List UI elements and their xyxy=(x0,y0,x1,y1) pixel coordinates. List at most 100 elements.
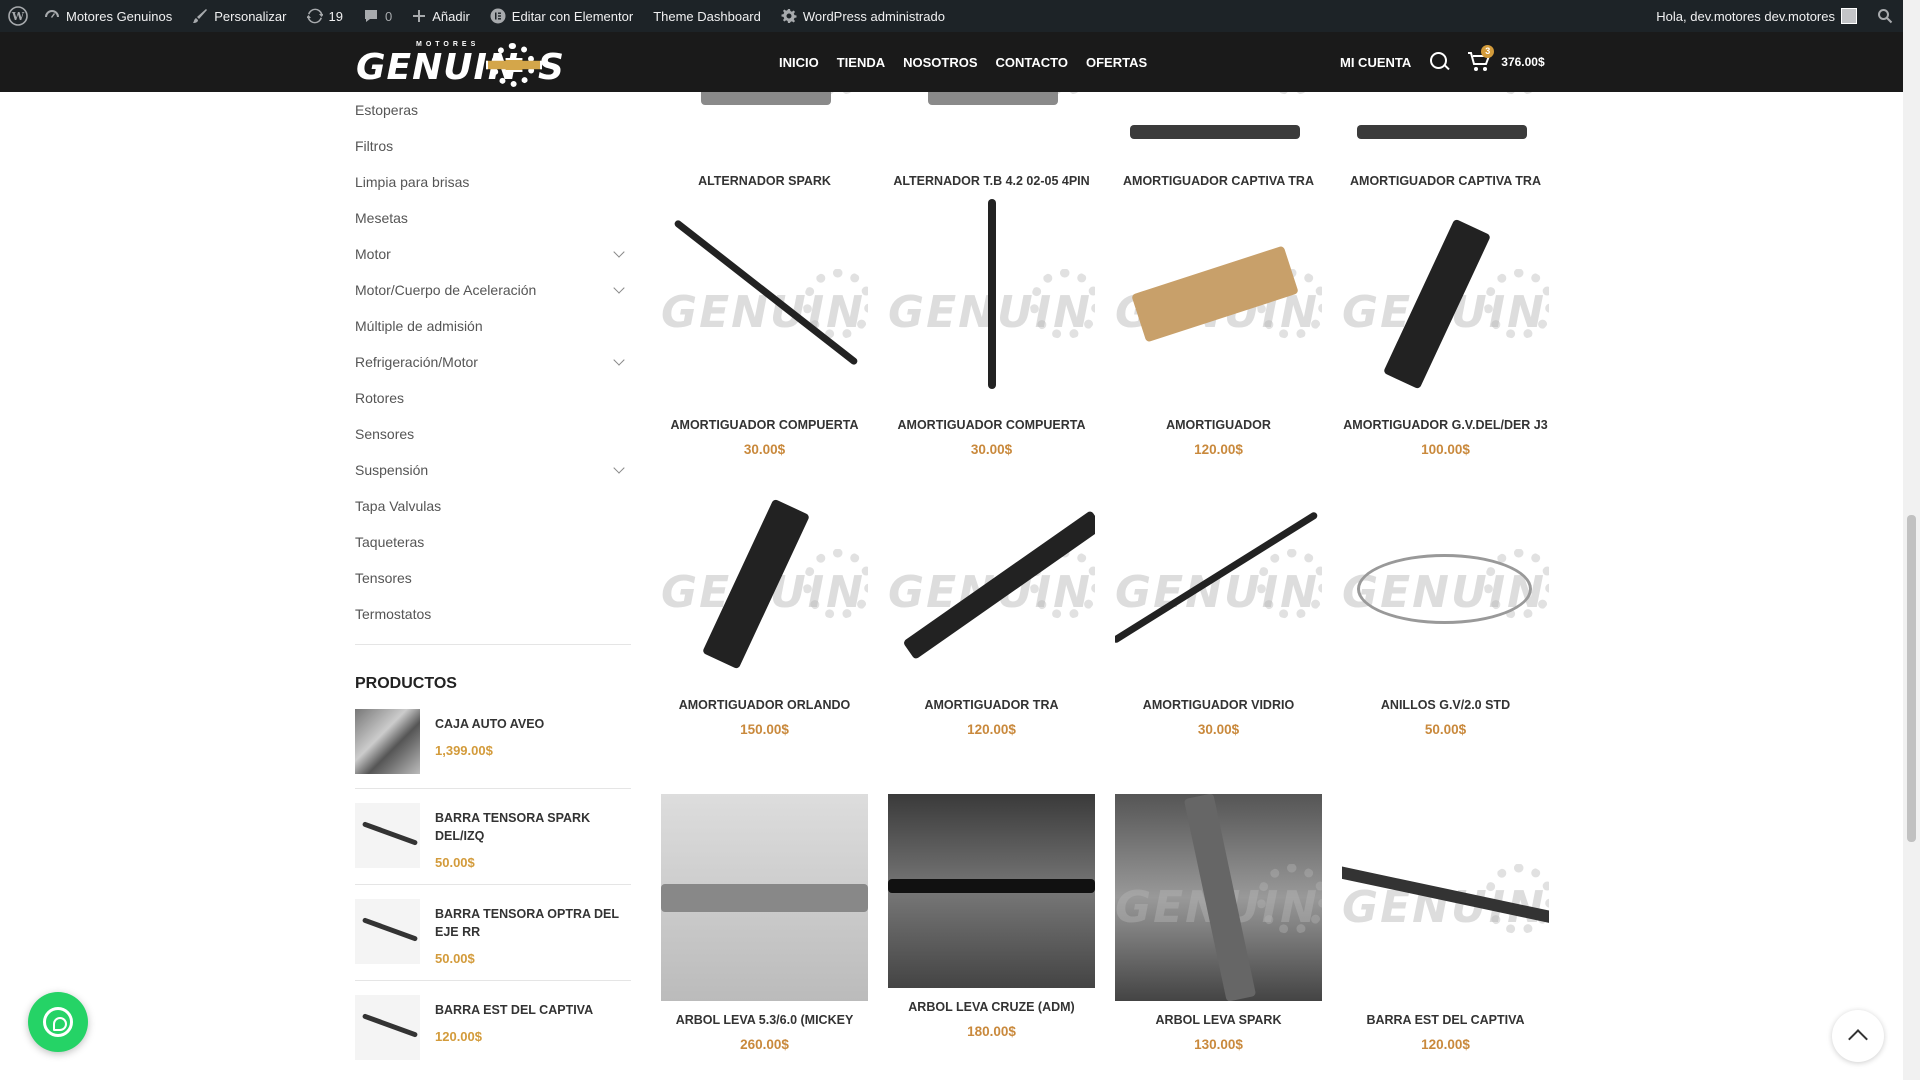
product-thumbnail[interactable] xyxy=(355,995,420,1060)
product-title[interactable]: AMORTIGUADOR TRA xyxy=(888,698,1095,714)
product-title[interactable]: AMORTIGUADOR CAPTIVA TRA xyxy=(1115,174,1322,190)
category-item[interactable]: Tensores xyxy=(355,560,631,596)
product-card[interactable]: ARBOL LEVA CRUZE (ADM) 180.00$ xyxy=(888,794,1095,1039)
my-account-link[interactable]: Hola, dev.motores dev.motores xyxy=(1646,0,1867,32)
product-image[interactable] xyxy=(661,794,868,1001)
page-scrollbar[interactable] xyxy=(1903,0,1920,1080)
site-name-link[interactable]: Motores Genuinos xyxy=(34,0,182,32)
product-title[interactable]: ARBOL LEVA SPARK xyxy=(1115,1013,1322,1029)
my-account-link[interactable]: MI CUENTA xyxy=(1340,55,1411,70)
widget-product-item[interactable]: CAJA AUTO AVEO 1,399.00$ xyxy=(355,709,631,789)
scrollbar-thumb[interactable] xyxy=(1907,515,1916,842)
nav-contacto[interactable]: CONTACTO xyxy=(987,55,1077,70)
chevron-down-icon[interactable] xyxy=(613,354,625,366)
product-image[interactable]: GENUIN xyxy=(1115,199,1322,406)
whatsapp-button[interactable] xyxy=(28,992,88,1052)
product-title[interactable]: BARRA EST DEL CAPTIVA xyxy=(1342,1013,1549,1029)
product-thumbnail[interactable] xyxy=(355,899,420,964)
product-image[interactable]: GENUIN xyxy=(888,479,1095,686)
product-image[interactable]: GENUIN xyxy=(661,479,868,686)
product-thumbnail[interactable] xyxy=(355,803,420,868)
widget-product-name[interactable]: CAJA AUTO AVEO xyxy=(435,715,544,733)
scroll-to-top-button[interactable] xyxy=(1832,1010,1884,1062)
category-item[interactable]: Termostatos xyxy=(355,596,631,632)
elementor-link[interactable]: Editar con Elementor xyxy=(480,0,643,32)
category-item[interactable]: Taqueteras xyxy=(355,524,631,560)
product-title[interactable]: AMORTIGUADOR ORLANDO xyxy=(661,698,868,714)
product-image[interactable]: GENUIN xyxy=(888,92,1095,162)
category-item[interactable]: Rotores xyxy=(355,380,631,416)
product-image[interactable]: GENUIN xyxy=(1115,794,1322,1001)
product-image[interactable]: GENUIN xyxy=(1342,199,1549,406)
category-item[interactable]: Tapa Valvulas xyxy=(355,488,631,524)
wordpress-logo-icon[interactable]: W xyxy=(2,0,34,32)
product-card[interactable]: GENUIN AMORTIGUADOR COMPUERTA 30.00$ xyxy=(661,199,868,457)
product-title[interactable]: ARBOL LEVA CRUZE (ADM) xyxy=(888,1000,1095,1016)
product-title[interactable]: ALTERNADOR T.B 4.2 02-05 4PIN xyxy=(888,174,1095,190)
nav-nosotros[interactable]: NOSOTROS xyxy=(894,55,986,70)
category-item[interactable]: Sensores xyxy=(355,416,631,452)
product-image[interactable]: GENUIN xyxy=(1342,92,1549,162)
widget-product-name[interactable]: BARRA EST DEL CAPTIVA xyxy=(435,1001,593,1019)
product-card[interactable]: GENUIN AMORTIGUADOR ORLANDO 150.00$ xyxy=(661,479,868,737)
nav-inicio[interactable]: INICIO xyxy=(770,55,828,70)
product-card[interactable]: GENUIN ANILLOS G.V/2.0 STD 50.00$ xyxy=(1342,479,1549,737)
category-item[interactable]: Refrigeración/Motor xyxy=(355,344,631,380)
add-new-link[interactable]: Añadir xyxy=(402,0,480,32)
widget-product-item[interactable]: BARRA TENSORA OPTRA DEL EJE RR 50.00$ xyxy=(355,899,631,981)
product-card[interactable]: GENUIN AMORTIGUADOR G.V.DEL/DER J3 100.00$ xyxy=(1342,199,1549,457)
product-title[interactable]: AMORTIGUADOR COMPUERTA xyxy=(888,418,1095,434)
product-title[interactable]: ALTERNADOR SPARK xyxy=(661,174,868,190)
product-image[interactable]: GENUIN xyxy=(888,199,1095,406)
product-title[interactable]: AMORTIGUADOR COMPUERTA xyxy=(661,418,868,434)
site-logo[interactable]: MOTORES GENUIN S xyxy=(356,39,564,88)
category-item[interactable]: Motor xyxy=(355,236,631,272)
product-card[interactable]: GENUINALTERNADOR T.B 4.2 02-05 4PIN195.0… xyxy=(888,92,1095,213)
category-item[interactable]: Suspensión xyxy=(355,452,631,488)
theme-dashboard-link[interactable]: Theme Dashboard xyxy=(643,0,771,32)
widget-product-item[interactable]: BARRA EST DEL CAPTIVA 120.00$ xyxy=(355,995,631,1074)
nav-ofertas[interactable]: OFERTAS xyxy=(1077,55,1156,70)
product-image[interactable]: GENUIN xyxy=(1115,92,1322,162)
product-thumbnail[interactable] xyxy=(355,709,420,774)
cart-button[interactable]: 3 376.00$ xyxy=(1467,45,1545,73)
chevron-down-icon[interactable] xyxy=(613,246,625,258)
product-title[interactable]: ANILLOS G.V/2.0 STD xyxy=(1342,698,1549,714)
category-item[interactable]: Estoperas xyxy=(355,92,631,128)
product-image[interactable]: GENUIN xyxy=(1115,479,1322,686)
nav-tienda[interactable]: TIENDA xyxy=(828,55,894,70)
product-card[interactable]: GENUIN ARBOL LEVA SPARK 130.00$ xyxy=(1115,794,1322,1052)
admin-search-button[interactable] xyxy=(1867,0,1903,32)
chevron-down-icon[interactable] xyxy=(613,282,625,294)
product-title[interactable]: AMORTIGUADOR G.V.DEL/DER J3 xyxy=(1342,418,1549,434)
product-card[interactable]: ARBOL LEVA 5.3/6.0 (MICKEY 260.00$ xyxy=(661,794,868,1052)
chevron-down-icon[interactable] xyxy=(613,462,625,474)
product-card[interactable]: GENUIN AMORTIGUADOR TRA 120.00$ xyxy=(888,479,1095,737)
comments-link[interactable]: 0 xyxy=(353,0,402,32)
category-item[interactable]: Mesetas xyxy=(355,200,631,236)
updates-link[interactable]: 19 xyxy=(297,0,353,32)
wp-managed-link[interactable]: WordPress administrado xyxy=(771,0,955,32)
category-item[interactable]: Limpia para brisas xyxy=(355,164,631,200)
product-title[interactable]: AMORTIGUADOR CAPTIVA TRA xyxy=(1342,174,1549,190)
customize-link[interactable]: Personalizar xyxy=(182,0,296,32)
product-title[interactable]: AMORTIGUADOR VIDRIO xyxy=(1115,698,1322,714)
widget-product-item[interactable]: BARRA TENSORA SPARK DEL/IZQ 50.00$ xyxy=(355,803,631,885)
category-item[interactable]: Múltiple de admisión xyxy=(355,308,631,344)
category-item[interactable]: Motor/Cuerpo de Aceleración xyxy=(355,272,631,308)
product-image[interactable]: GENUIN xyxy=(661,199,868,406)
product-card[interactable]: GENUIN AMORTIGUADOR VIDRIO 30.00$ xyxy=(1115,479,1322,737)
widget-product-name[interactable]: BARRA TENSORA SPARK DEL/IZQ xyxy=(435,809,631,845)
product-image[interactable] xyxy=(888,794,1095,988)
product-card[interactable]: GENUIN BARRA EST DEL CAPTIVA 120.00$ xyxy=(1342,794,1549,1052)
search-icon[interactable] xyxy=(1429,51,1451,73)
product-card[interactable]: GENUINALTERNADOR SPARK180.00$ xyxy=(661,92,868,213)
product-card[interactable]: GENUIN AMORTIGUADOR COMPUERTA 30.00$ xyxy=(888,199,1095,457)
product-image[interactable]: GENUIN xyxy=(1342,479,1549,686)
widget-product-name[interactable]: BARRA TENSORA OPTRA DEL EJE RR xyxy=(435,905,631,941)
product-title[interactable]: ARBOL LEVA 5.3/6.0 (MICKEY xyxy=(661,1013,868,1029)
product-card[interactable]: GENUINAMORTIGUADOR CAPTIVA TRA100.00$ xyxy=(1342,92,1549,213)
product-card[interactable]: GENUIN AMORTIGUADOR 120.00$ xyxy=(1115,199,1322,457)
product-card[interactable]: GENUINAMORTIGUADOR CAPTIVA TRA150.00$ xyxy=(1115,92,1322,213)
product-image[interactable]: GENUIN xyxy=(661,92,868,162)
